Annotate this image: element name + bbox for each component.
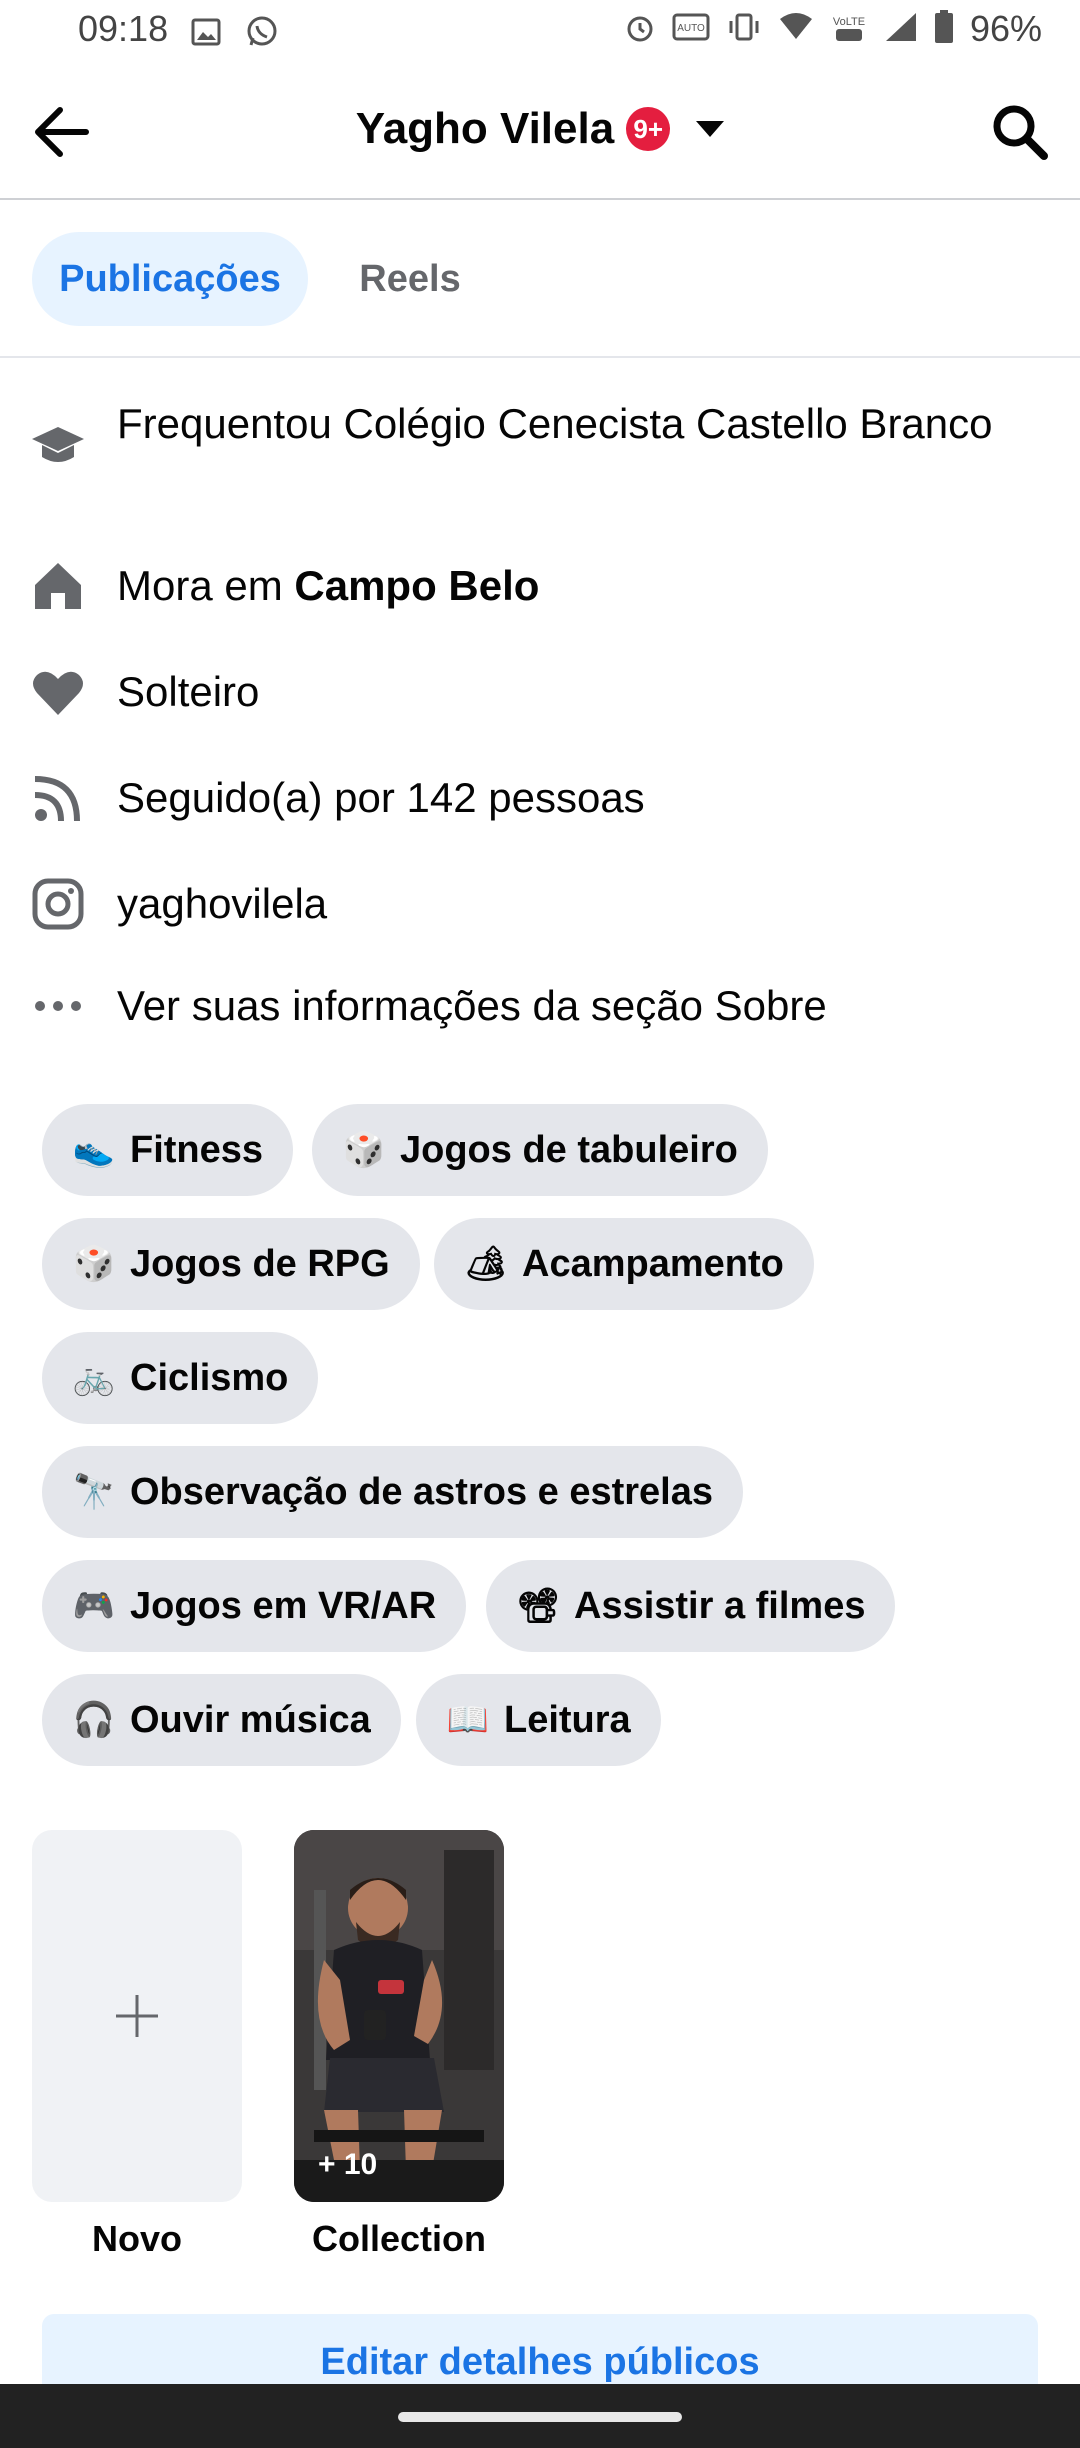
collection-label: Collection xyxy=(311,2218,486,2259)
top-app-bar: Yagho Vilela 9+ xyxy=(0,64,1080,200)
svg-text:VoLTE: VoLTE xyxy=(833,16,865,28)
info-relationship-row[interactable]: Solteiro xyxy=(0,662,1080,722)
instagram-handle[interactable]: yaghovilela xyxy=(117,878,1017,930)
graduation-cap-icon xyxy=(30,418,86,474)
search-button[interactable] xyxy=(988,100,1052,164)
interest-chip-rpg[interactable]: 🎲 Jogos de RPG xyxy=(42,1218,420,1310)
profile-switcher[interactable]: Yagho Vilela 9+ xyxy=(0,104,1080,154)
info-followers-row[interactable]: Seguido(a) por 142 pessoas xyxy=(0,768,1080,828)
followers-text: Seguido(a) por 142 pessoas xyxy=(117,774,645,821)
interest-label: Ciclismo xyxy=(130,1356,289,1399)
dice-icon: 🎲 xyxy=(342,1131,386,1169)
more-dots-icon xyxy=(30,978,86,1034)
volte-icon: VoLTE xyxy=(830,11,868,48)
interest-label: Ouvir música xyxy=(130,1698,371,1741)
signal-icon xyxy=(884,11,918,48)
interest-chip-music[interactable]: 🎧 Ouvir música xyxy=(42,1674,401,1766)
interest-label: Leitura xyxy=(504,1698,631,1741)
location-prefix: Mora em xyxy=(117,562,295,609)
new-collection-label: Novo xyxy=(92,2218,182,2259)
info-instagram-row[interactable]: yaghovilela xyxy=(0,874,1080,934)
plus-icon xyxy=(116,1995,158,2037)
collection-photo xyxy=(294,1830,504,2202)
interest-label: Jogos de tabuleiro xyxy=(400,1128,738,1171)
search-icon xyxy=(993,105,1048,160)
education-text: Frequentou Colégio Cenecista Castello Br… xyxy=(117,400,993,447)
image-icon xyxy=(190,16,222,53)
interest-chip-camping[interactable]: 🏕 Acampamento xyxy=(434,1218,814,1310)
gamepad-icon: 🎮 xyxy=(72,1587,116,1625)
system-nav-bar xyxy=(0,2384,1080,2448)
book-icon: 📖 xyxy=(446,1701,490,1739)
running-shoe-icon: 👟 xyxy=(72,1131,116,1169)
location-place[interactable]: Campo Belo xyxy=(294,562,539,609)
interest-chip-reading[interactable]: 📖 Leitura xyxy=(416,1674,661,1766)
dice-icon: 🎲 xyxy=(72,1245,116,1283)
interest-chip-stargazing[interactable]: 🔭 Observação de astros e estrelas xyxy=(42,1446,744,1538)
interest-chip-vr-games[interactable]: 🎮 Jogos em VR/AR xyxy=(42,1560,467,1652)
alarm-icon xyxy=(624,11,656,48)
camping-icon: 🏕 xyxy=(464,1245,508,1283)
interest-label: Jogos em VR/AR xyxy=(130,1584,437,1627)
auto-hd-icon: AUTO xyxy=(672,11,710,48)
interest-chip-movies[interactable]: 📽 Assistir a filmes xyxy=(486,1560,896,1652)
interest-chip-board-games[interactable]: 🎲 Jogos de tabuleiro xyxy=(312,1104,768,1196)
interest-label: Observação de astros e estrelas xyxy=(130,1470,714,1513)
film-projector-icon: 📽 xyxy=(516,1587,560,1625)
svg-text:AUTO: AUTO xyxy=(677,23,705,34)
home-gesture-handle[interactable] xyxy=(398,2412,682,2422)
see-about-text: Ver suas informações da seção Sobre xyxy=(117,982,827,1029)
interest-chip-cycling[interactable]: 🚲 Ciclismo xyxy=(42,1332,319,1424)
interest-label: Jogos de RPG xyxy=(130,1242,390,1285)
instagram-icon xyxy=(30,876,86,932)
interest-label: Assistir a filmes xyxy=(574,1584,866,1627)
interest-label: Fitness xyxy=(130,1128,264,1171)
profile-tabs: Publicações Reels xyxy=(0,200,1080,358)
chevron-down-icon xyxy=(696,121,725,137)
relationship-text: Solteiro xyxy=(117,668,260,715)
whatsapp-icon xyxy=(244,14,280,55)
page-title: Yagho Vilela xyxy=(355,104,615,153)
status-time: 09:18 xyxy=(78,8,169,49)
vibrate-icon xyxy=(726,11,762,48)
headphones-icon: 🎧 xyxy=(72,1701,116,1739)
see-about-row[interactable]: Ver suas informações da seção Sobre xyxy=(0,976,1080,1036)
info-education-row[interactable]: Frequentou Colégio Cenecista Castello Br… xyxy=(0,396,1080,506)
home-icon xyxy=(30,558,86,614)
heart-icon xyxy=(30,664,86,720)
interest-chip-fitness[interactable]: 👟 Fitness xyxy=(42,1104,294,1196)
bicycle-icon: 🚲 xyxy=(72,1359,116,1397)
rss-feed-icon xyxy=(30,770,86,826)
new-collection-card[interactable] xyxy=(32,1830,242,2202)
battery-icon xyxy=(934,9,954,49)
telescope-icon: 🔭 xyxy=(72,1473,116,1511)
tab-publicacoes[interactable]: Publicações xyxy=(32,232,308,326)
location-text: Mora em Campo Belo xyxy=(117,560,1017,612)
info-location-row[interactable]: Mora em Campo Belo xyxy=(0,556,1080,616)
tab-reels[interactable]: Reels xyxy=(330,232,490,326)
collection-card[interactable]: + 10 xyxy=(294,1830,504,2202)
battery-percent: 96% xyxy=(969,8,1042,49)
notification-badge: 9+ xyxy=(626,107,671,151)
interest-label: Acampamento xyxy=(522,1242,784,1285)
collection-count: + 10 xyxy=(318,2148,378,2181)
wifi-icon xyxy=(778,11,814,48)
status-bar: 09:18 AUTO VoLTE 96% xyxy=(0,0,1080,64)
